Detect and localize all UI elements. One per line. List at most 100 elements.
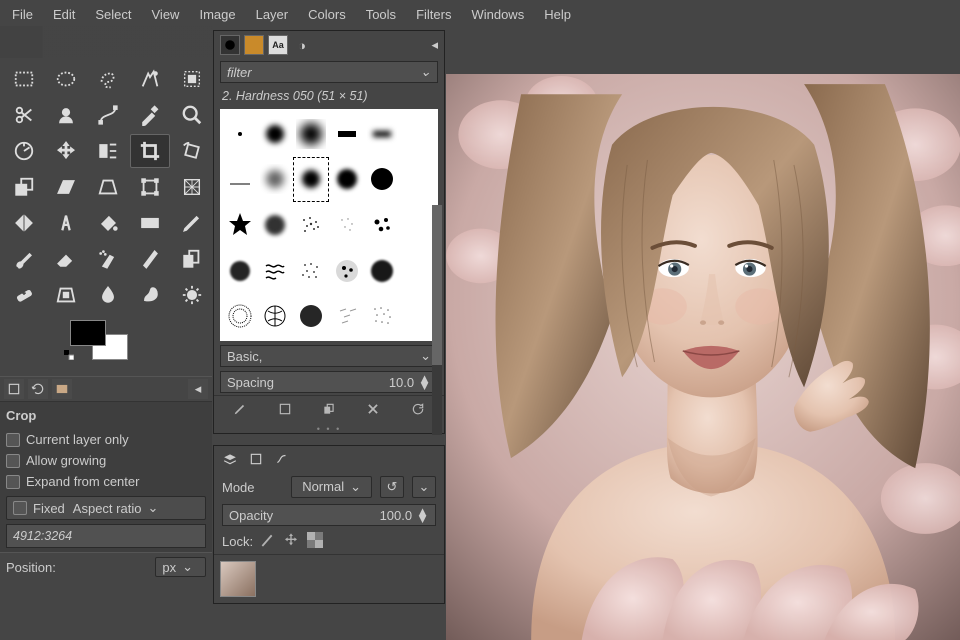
brush-item[interactable] <box>329 157 365 203</box>
channels-tab-icon[interactable] <box>246 450 266 468</box>
menu-view[interactable]: View <box>142 4 190 22</box>
tool-ellipse-select[interactable] <box>46 62 86 96</box>
brush-item[interactable] <box>258 111 294 157</box>
menu-edit[interactable]: Edit <box>43 4 85 22</box>
tool-pencil[interactable] <box>172 206 212 240</box>
lock-pixels-icon[interactable] <box>259 532 277 550</box>
mode-reset-icon[interactable]: ↺ <box>380 476 404 498</box>
brush-item[interactable] <box>222 202 258 248</box>
expand-from-center-checkbox[interactable] <box>6 475 20 489</box>
reset-colors-icon[interactable] <box>64 348 74 358</box>
brush-grid-scrollbar[interactable] <box>432 205 442 435</box>
tool-flip[interactable] <box>4 206 44 240</box>
brush-item[interactable] <box>258 202 294 248</box>
tool-align[interactable] <box>88 134 128 168</box>
layer-thumbnail[interactable] <box>220 561 256 597</box>
tool-perspective-clone[interactable] <box>46 278 86 312</box>
tool-text[interactable] <box>46 206 86 240</box>
menu-filters[interactable]: Filters <box>406 4 461 22</box>
layers-tab-icon[interactable] <box>220 450 240 468</box>
fonts-tab-icon[interactable]: Aa <box>268 35 288 55</box>
undo-history-tab-icon[interactable] <box>28 379 48 399</box>
brush-item[interactable] <box>400 157 436 203</box>
brush-item[interactable] <box>293 293 329 339</box>
lock-position-icon[interactable] <box>283 532 301 550</box>
unit-combo[interactable]: px⌄ <box>155 557 206 577</box>
brush-item-selected[interactable] <box>293 157 329 203</box>
canvas-image[interactable] <box>446 74 960 640</box>
brush-item[interactable] <box>365 248 401 294</box>
brush-item[interactable] <box>222 157 258 203</box>
canvas[interactable] <box>446 74 960 640</box>
brush-item[interactable] <box>222 293 258 339</box>
tool-rectangle-select[interactable] <box>4 62 44 96</box>
tool-heal[interactable] <box>4 278 44 312</box>
brush-filter-input[interactable]: filter ⌄ <box>220 61 438 83</box>
tool-perspective[interactable] <box>88 170 128 204</box>
allow-growing-checkbox[interactable] <box>6 454 20 468</box>
tool-fuzzy-select[interactable] <box>130 62 170 96</box>
brush-item[interactable] <box>258 293 294 339</box>
tool-foreground-select[interactable] <box>46 98 86 132</box>
tool-rotate[interactable] <box>172 134 212 168</box>
paths-tab-icon[interactable] <box>272 450 292 468</box>
tool-ink[interactable] <box>130 242 170 276</box>
brush-item[interactable] <box>400 111 436 157</box>
tool-paintbrush[interactable] <box>4 242 44 276</box>
brush-item[interactable] <box>365 111 401 157</box>
brush-item[interactable] <box>222 111 258 157</box>
tool-blur[interactable] <box>88 278 128 312</box>
brush-item[interactable] <box>365 293 401 339</box>
menu-tools[interactable]: Tools <box>356 4 406 22</box>
tool-shear[interactable] <box>46 170 86 204</box>
fixed-combo[interactable]: Fixed Aspect ratio ⌄ <box>6 496 206 520</box>
tool-unified-transform[interactable] <box>130 170 170 204</box>
tool-scissors[interactable] <box>4 98 44 132</box>
brush-item[interactable] <box>365 157 401 203</box>
menu-file[interactable]: File <box>2 4 43 22</box>
menu-layer[interactable]: Layer <box>246 4 299 22</box>
menu-image[interactable]: Image <box>189 4 245 22</box>
edit-brush-icon[interactable] <box>233 402 247 419</box>
brush-item[interactable] <box>365 202 401 248</box>
tool-paths[interactable] <box>88 98 128 132</box>
tool-cage[interactable] <box>172 170 212 204</box>
delete-brush-icon[interactable] <box>366 402 380 419</box>
tool-dodge[interactable] <box>172 278 212 312</box>
tool-smudge[interactable] <box>130 278 170 312</box>
brush-item[interactable] <box>400 293 436 339</box>
tool-blend[interactable] <box>130 206 170 240</box>
spacing-slider[interactable]: Spacing 10.0▲▼ <box>220 371 438 393</box>
brush-item[interactable] <box>293 248 329 294</box>
tab-menu-arrow-icon[interactable]: ◂ <box>431 37 438 53</box>
brush-item[interactable] <box>329 248 365 294</box>
brush-grid[interactable] <box>220 109 438 341</box>
new-brush-icon[interactable] <box>278 402 292 419</box>
tool-color-picker[interactable] <box>130 98 170 132</box>
tool-options-tab-icon[interactable] <box>4 379 24 399</box>
fixed-checkbox[interactable] <box>13 501 27 515</box>
duplicate-brush-icon[interactable] <box>322 402 336 419</box>
tab-menu-arrow-icon[interactable]: ◂ <box>188 379 208 399</box>
menu-colors[interactable]: Colors <box>298 4 356 22</box>
help-icon[interactable]: ◑ <box>292 35 312 55</box>
current-layer-only-checkbox[interactable] <box>6 433 20 447</box>
refresh-brushes-icon[interactable] <box>411 402 425 419</box>
brush-item[interactable] <box>258 248 294 294</box>
brush-item[interactable] <box>400 202 436 248</box>
opacity-slider[interactable]: Opacity 100.0▲▼ <box>222 504 436 526</box>
patterns-tab-icon[interactable] <box>244 35 264 55</box>
brushes-tab-icon[interactable] <box>220 35 240 55</box>
tool-bucket-fill[interactable] <box>88 206 128 240</box>
mode-menu-icon[interactable]: ⌄ <box>412 476 436 498</box>
spacing-stepper[interactable]: ▲▼ <box>418 375 431 389</box>
tool-airbrush[interactable] <box>88 242 128 276</box>
foreground-color-swatch[interactable] <box>70 320 106 346</box>
tool-crop[interactable] <box>130 134 170 168</box>
tool-measure[interactable] <box>4 134 44 168</box>
brush-item[interactable] <box>329 111 365 157</box>
dock-resize-handle[interactable]: • • • <box>214 425 444 433</box>
menu-windows[interactable]: Windows <box>461 4 534 22</box>
tool-clone[interactable] <box>172 242 212 276</box>
brush-item[interactable] <box>293 111 329 157</box>
